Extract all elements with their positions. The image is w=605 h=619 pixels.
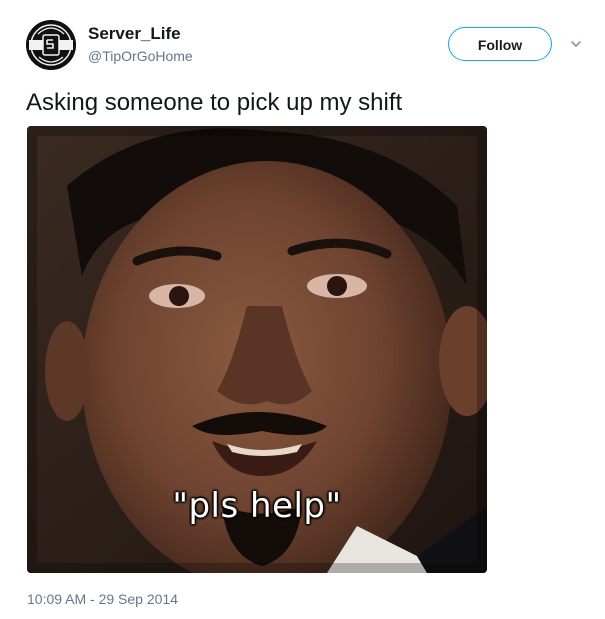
tweet-text: Asking someone to pick up my shift — [26, 89, 403, 116]
server-life-logo-icon — [26, 20, 76, 70]
tweet-timestamp[interactable]: 10:09 AM - 29 Sep 2014 — [27, 590, 178, 608]
tweet-photo[interactable]: "pls help" — [27, 126, 487, 573]
follow-button[interactable]: Follow — [448, 27, 552, 61]
photo-caption: "pls help" — [172, 486, 342, 526]
chevron-down-icon[interactable] — [569, 37, 583, 51]
avatar[interactable] — [26, 20, 76, 70]
tweet-card: Server_Life @TipOrGoHome Follow Asking s… — [0, 0, 605, 619]
user-info[interactable]: Server_Life @TipOrGoHome — [88, 24, 193, 65]
user-handle[interactable]: @TipOrGoHome — [88, 47, 193, 65]
display-name[interactable]: Server_Life — [88, 24, 193, 44]
